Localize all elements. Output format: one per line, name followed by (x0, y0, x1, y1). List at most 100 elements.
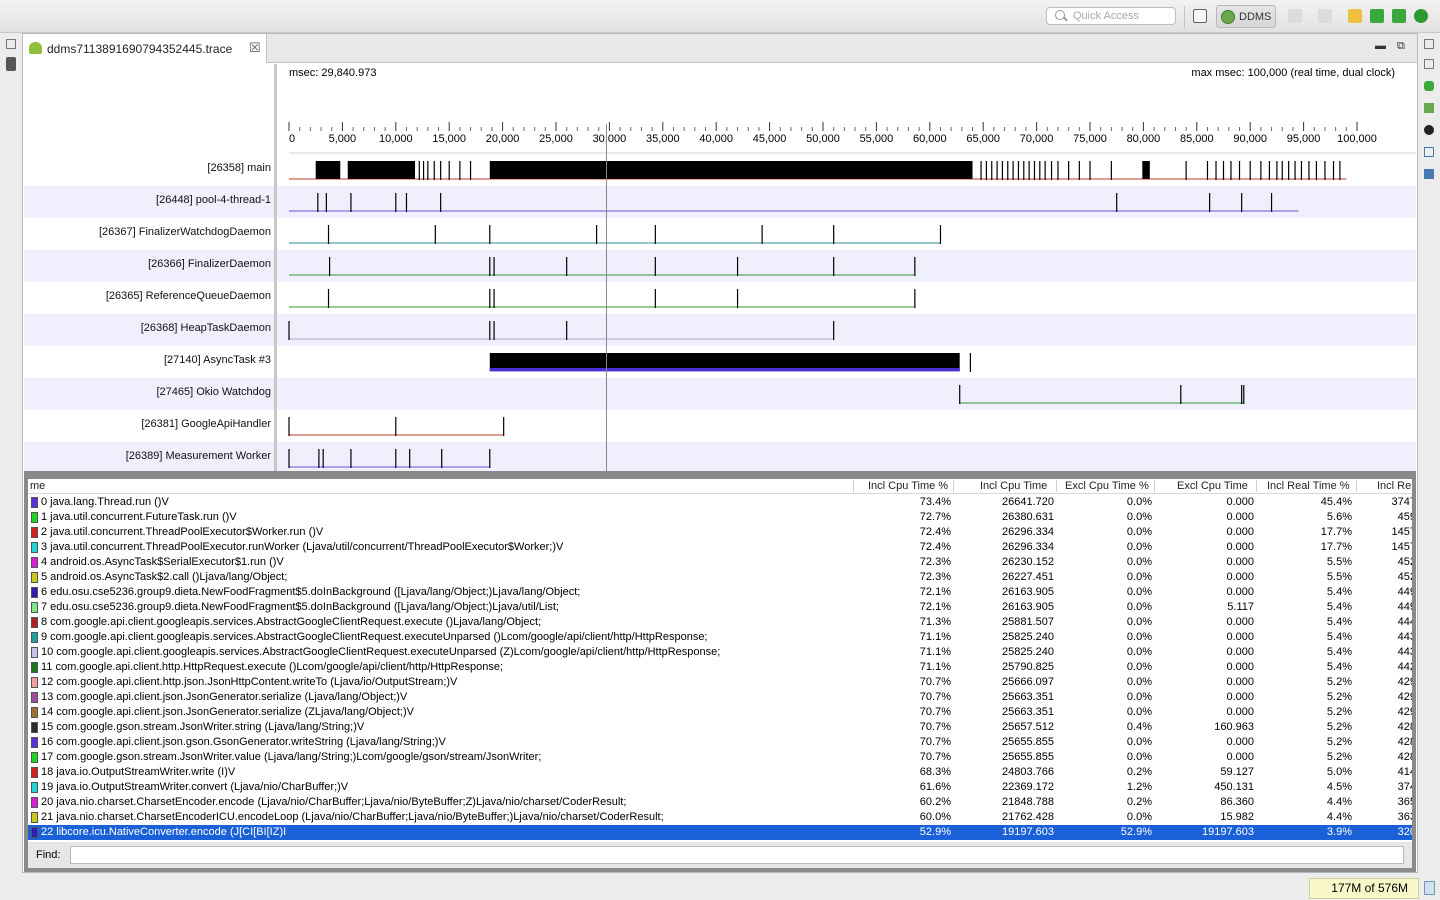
cell-ic: 26227.451 (1002, 571, 1054, 583)
table-row[interactable]: 12 com.google.api.client.http.json.JsonH… (28, 675, 1412, 690)
method-name: 12 com.google.api.client.http.json.JsonH… (41, 676, 458, 688)
cell-ic: 26296.334 (1002, 541, 1054, 553)
cell-ir: 452 (1397, 571, 1416, 583)
table-row[interactable]: 21 java.nio.charset.CharsetEncoderICU.en… (28, 810, 1412, 825)
cell-ir: 3747 (1391, 496, 1416, 508)
table-row[interactable]: 2 java.util.concurrent.ThreadPoolExecuto… (28, 525, 1412, 540)
cell-ec: 0.000 (1226, 676, 1254, 688)
method-color-swatch (31, 587, 38, 598)
cell-ecp: 1.2% (1126, 781, 1152, 793)
cell-ecp: 0.0% (1126, 631, 1152, 643)
cell-ic: 25655.855 (1002, 736, 1054, 748)
method-name: 13 com.google.api.client.json.JsonGenera… (41, 691, 408, 703)
table-row[interactable]: 0 java.lang.Thread.run ()V 73.4% 26641.720… (28, 495, 1412, 510)
table-row[interactable]: 20 java.nio.charset.CharsetEncoder.encod… (28, 795, 1412, 810)
maximize-icon[interactable]: ⧉ (1397, 40, 1405, 53)
update-icon[interactable] (1318, 9, 1332, 23)
trace-timeline[interactable]: [26358] main [26448] pool-4-thread-1 [2636… (24, 64, 1416, 471)
open-perspective-icon[interactable] (1193, 9, 1207, 23)
column-incl-cpu-pct-header[interactable]: Incl Cpu Time % (868, 480, 948, 492)
table-row[interactable]: 14 com.google.api.client.json.JsonGenera… (28, 705, 1412, 720)
label-divider[interactable] (274, 64, 277, 471)
table-row[interactable]: 4 android.os.AsyncTask$SerialExecutor$1.… (28, 555, 1412, 570)
find-input[interactable] (70, 846, 1404, 864)
cell-icp: 73.4% (919, 496, 951, 508)
cell-ec: 0.000 (1226, 556, 1254, 568)
download-icon[interactable] (1370, 9, 1384, 23)
run-icon[interactable] (1414, 9, 1428, 23)
table-row[interactable]: 19 java.io.OutputStreamWriter.convert (L… (28, 780, 1412, 795)
method-color-swatch (31, 527, 38, 538)
cell-ic: 26641.720 (1002, 496, 1054, 508)
android-devices-icon[interactable] (1424, 103, 1434, 113)
table-row[interactable]: 5 android.os.AsyncTask$2.call ()Ljava/la… (28, 570, 1412, 585)
table-row[interactable]: 9 com.google.api.client.googleapis.servi… (28, 630, 1412, 645)
column-incl-cpu-header[interactable]: Incl Cpu Time (980, 480, 1047, 492)
find-bar: Find: (24, 842, 1416, 872)
cell-irp: 5.2% (1326, 676, 1352, 688)
cell-ic: 25657.512 (1002, 721, 1054, 733)
cell-irp: 17.7% (1320, 526, 1352, 538)
emulator-control-icon[interactable] (1424, 125, 1434, 135)
column-incl-real-pct-header[interactable]: Incl Real Time % (1267, 480, 1350, 492)
heap-status[interactable]: 177M of 576M (1309, 878, 1419, 899)
table-row[interactable]: 15 com.google.gson.stream.JsonWriter.str… (28, 720, 1412, 735)
cell-ir: 365 (1397, 796, 1416, 808)
cell-ic: 24803.766 (1002, 766, 1054, 778)
cell-icp: 52.9% (919, 826, 951, 838)
heap-view-icon[interactable] (1424, 59, 1434, 69)
table-row[interactable]: 17 com.google.gson.stream.JsonWriter.val… (28, 750, 1412, 765)
table-row[interactable]: 16 com.google.api.client.json.gson.GsonG… (28, 735, 1412, 750)
column-excl-cpu-pct-header[interactable]: Excl Cpu Time % (1065, 480, 1149, 492)
method-color-swatch (31, 812, 38, 823)
table-row[interactable]: 6 edu.osu.cse5236.group9.dieta.NewFoodFr… (28, 585, 1412, 600)
profile-table[interactable]: me Incl Cpu Time % Incl Cpu Time Excl Cp… (24, 479, 1416, 842)
table-row[interactable]: 10 com.google.api.client.googleapis.serv… (28, 645, 1412, 660)
device-icon[interactable] (6, 57, 16, 71)
key-icon[interactable] (1348, 9, 1362, 23)
table-row[interactable]: 11 com.google.api.client.http.HttpReques… (28, 660, 1412, 675)
column-excl-cpu-header[interactable]: Excl Cpu Time (1177, 480, 1248, 492)
table-row[interactable]: 7 edu.osu.cse5236.group9.dieta.NewFoodFr… (28, 600, 1412, 615)
cell-irp: 5.4% (1326, 586, 1352, 598)
pane-splitter[interactable] (24, 471, 1416, 479)
restore-icon[interactable] (1424, 39, 1434, 49)
cell-ecp: 0.0% (1126, 676, 1152, 688)
table-row[interactable]: 18 java.io.OutputStreamWriter.write (I)V… (28, 765, 1412, 780)
thread-tracks[interactable] (24, 64, 1416, 471)
table-row[interactable]: 3 java.util.concurrent.ThreadPoolExecuto… (28, 540, 1412, 555)
debug-icon[interactable] (1288, 9, 1302, 23)
cell-ecp: 0.0% (1126, 706, 1152, 718)
cell-ic: 25663.351 (1002, 691, 1054, 703)
console-icon[interactable] (1424, 147, 1434, 157)
table-row[interactable]: 13 com.google.api.client.json.JsonGenera… (28, 690, 1412, 705)
cell-ic: 21762.428 (1002, 811, 1054, 823)
method-name: 1 java.util.concurrent.FutureTask.run ()… (41, 511, 237, 523)
column-name-header[interactable]: me (30, 480, 45, 492)
table-row[interactable]: 22 libcore.icu.NativeConverter.encode (J… (28, 825, 1412, 840)
cell-icp: 71.3% (919, 616, 951, 628)
cell-ecp: 0.0% (1126, 601, 1152, 613)
logcat-icon[interactable] (1424, 169, 1434, 179)
method-name: 8 com.google.api.client.googleapis.servi… (41, 616, 542, 628)
quick-access-input[interactable]: Quick Access (1046, 7, 1176, 25)
trace-tab[interactable]: ddms7113891690794352445.trace ☒ (23, 34, 267, 63)
cell-irp: 4.4% (1326, 796, 1352, 808)
cell-ec: 160.963 (1214, 721, 1254, 733)
restore-icon[interactable] (6, 39, 16, 49)
close-icon[interactable]: ☒ (249, 40, 261, 56)
cell-ecp: 0.0% (1126, 511, 1152, 523)
time-cursor[interactable] (606, 124, 607, 471)
cell-icp: 60.2% (919, 796, 951, 808)
ddms-perspective-button[interactable]: DDMS (1216, 5, 1276, 28)
garbage-collect-icon[interactable] (1424, 881, 1435, 895)
cell-icp: 72.3% (919, 571, 951, 583)
table-row[interactable]: 1 java.util.concurrent.FutureTask.run ()… (28, 510, 1412, 525)
table-row[interactable]: 8 com.google.api.client.googleapis.servi… (28, 615, 1412, 630)
minimize-icon[interactable]: ▬ (1375, 40, 1386, 52)
cell-irp: 5.0% (1326, 766, 1352, 778)
column-incl-real-header[interactable]: Incl Re (1377, 480, 1411, 492)
cell-ic: 26380.631 (1002, 511, 1054, 523)
android-sdk-icon[interactable] (1392, 9, 1406, 23)
file-explorer-icon[interactable] (1424, 81, 1434, 91)
